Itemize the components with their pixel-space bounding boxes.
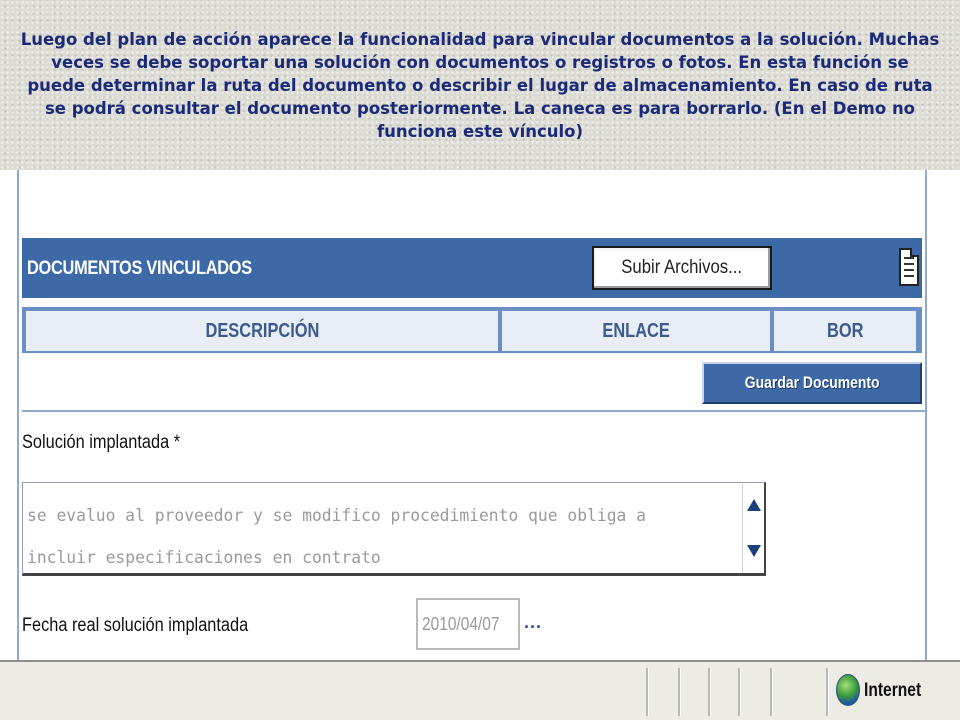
status-divider: [770, 668, 772, 716]
save-document-button[interactable]: Guardar Documento: [702, 362, 922, 404]
caption-text: Luego del plan de acción aparece la func…: [20, 30, 940, 141]
date-picker-button[interactable]: ...: [524, 612, 542, 633]
column-header-description: DESCRIPCIÓN: [26, 311, 498, 351]
column-header-delete: BOR: [774, 311, 916, 351]
caption-banner: Luego del plan de acción aparece la func…: [0, 0, 960, 170]
scroll-up-icon[interactable]: [747, 499, 761, 511]
status-divider: [646, 668, 648, 716]
date-input[interactable]: 2010/04/07: [416, 598, 520, 650]
frame-left-border: [17, 170, 19, 660]
section-divider: [22, 410, 926, 412]
solution-label: Solución implantada *: [22, 432, 181, 453]
documents-title: DOCUMENTOS VINCULADOS: [27, 258, 252, 279]
frame-right-border: [925, 170, 927, 660]
browser-statusbar: Internet: [0, 660, 960, 720]
globe-icon: [836, 674, 860, 706]
zone-label: Internet: [864, 680, 922, 701]
solution-textarea[interactable]: se evaluo al proveedor y se modifico pro…: [22, 482, 766, 576]
scroll-down-icon[interactable]: [747, 545, 761, 557]
status-divider: [826, 668, 828, 716]
date-label: Fecha real solución implantada: [22, 615, 249, 636]
upload-files-label: Subir Archivos...: [621, 257, 743, 278]
status-divider: [738, 668, 740, 716]
status-divider: [678, 668, 680, 716]
upload-files-button[interactable]: Subir Archivos...: [592, 246, 772, 290]
textarea-scrollbar[interactable]: [742, 483, 764, 573]
date-value: 2010/04/07: [422, 614, 500, 634]
form-content: DOCUMENTOS VINCULADOS Subir Archivos... …: [0, 170, 960, 660]
trash-can-icon[interactable]: [899, 248, 919, 286]
save-document-label: Guardar Documento: [744, 373, 880, 392]
documents-header: DOCUMENTOS VINCULADOS Subir Archivos...: [22, 238, 922, 298]
documents-table-header: DESCRIPCIÓN ENLACE BOR: [22, 307, 922, 353]
status-divider: [708, 668, 710, 716]
column-header-link: ENLACE: [502, 311, 770, 351]
solution-text: se evaluo al proveedor y se modifico pro…: [27, 506, 647, 568]
